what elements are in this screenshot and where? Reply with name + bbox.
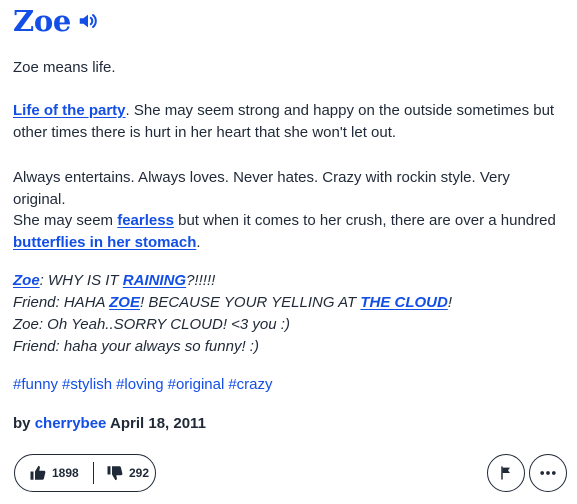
link-fearless[interactable]: fearless [117,212,174,229]
upvote-button[interactable]: 1898 [15,455,93,491]
speaker-icon[interactable] [77,10,99,32]
author-link[interactable]: cherrybee [35,415,107,432]
flag-button[interactable] [487,454,525,492]
meaning-paragraph-2: Life of the party. She may seem strong a… [13,100,565,144]
vote-pill: 1898 292 [14,454,156,492]
link-life-of-the-party[interactable]: Life of the party [13,102,126,119]
post-date: April 18, 2011 [106,415,206,432]
example-text: : WHY IS IT [39,272,123,289]
tag-crazy[interactable]: #crazy [228,376,272,393]
thumbs-down-icon [107,466,123,481]
meaning-paragraph-3: Always entertains. Always loves. Never h… [13,169,510,208]
meaning-paragraph-4: She may seem fearless but when it comes … [13,210,565,254]
example-text: ! [447,294,453,311]
example-text: Friend: HAHA [13,294,110,311]
paragraph-text: but when it comes to her crush, there ar… [173,212,556,229]
downvote-button[interactable]: 292 [93,462,149,484]
tag-list: #funny #stylish #loving #original #crazy [13,374,277,396]
title-row: Zoe [13,4,99,38]
example-text: ! BECAUSE YOUR YELLING AT [139,294,361,311]
meaning-paragraph: Zoe means life. [13,59,116,76]
tag-funny[interactable]: #funny [13,376,58,393]
flag-icon [501,466,510,480]
byline-prefix: by [13,415,35,432]
word-title[interactable]: Zoe [13,4,71,38]
link-raining[interactable]: RAINING [123,272,186,289]
tag-original[interactable]: #original [168,376,225,393]
link-zoe-2[interactable]: ZOE [109,294,140,311]
link-the-cloud[interactable]: THE CLOUD [360,294,448,311]
upvote-count: 1898 [52,466,79,480]
example-line: Friend: HAHA ZOE! BECAUSE YOUR YELLING A… [13,292,452,314]
thumbs-up-icon [30,465,46,480]
example-line: Friend: haha your always so funny! :) [13,338,259,355]
byline: by cherrybee April 18, 2011 [13,413,206,435]
tag-loving[interactable]: #loving [116,376,164,393]
paragraph-text: . [196,234,201,251]
downvote-count: 292 [129,466,150,480]
more-button[interactable] [529,454,567,492]
tag-stylish[interactable]: #stylish [62,376,112,393]
definition-card: Zoe Zoe means life. Life of the party. S… [0,0,577,504]
example-line: Zoe: WHY IS IT RAINING?!!!!! [13,270,452,292]
paragraph-text: She may seem [13,212,118,229]
link-zoe[interactable]: Zoe [13,272,40,289]
more-icon [540,471,556,475]
link-butterflies[interactable]: butterflies in her stomach [13,234,196,251]
example-line: Zoe: Oh Yeah..SORRY CLOUD! <3 you :) [13,316,290,333]
example-block: Zoe: WHY IS IT RAINING?!!!!! Friend: HAH… [13,270,452,358]
example-text: ?!!!!! [186,272,216,289]
